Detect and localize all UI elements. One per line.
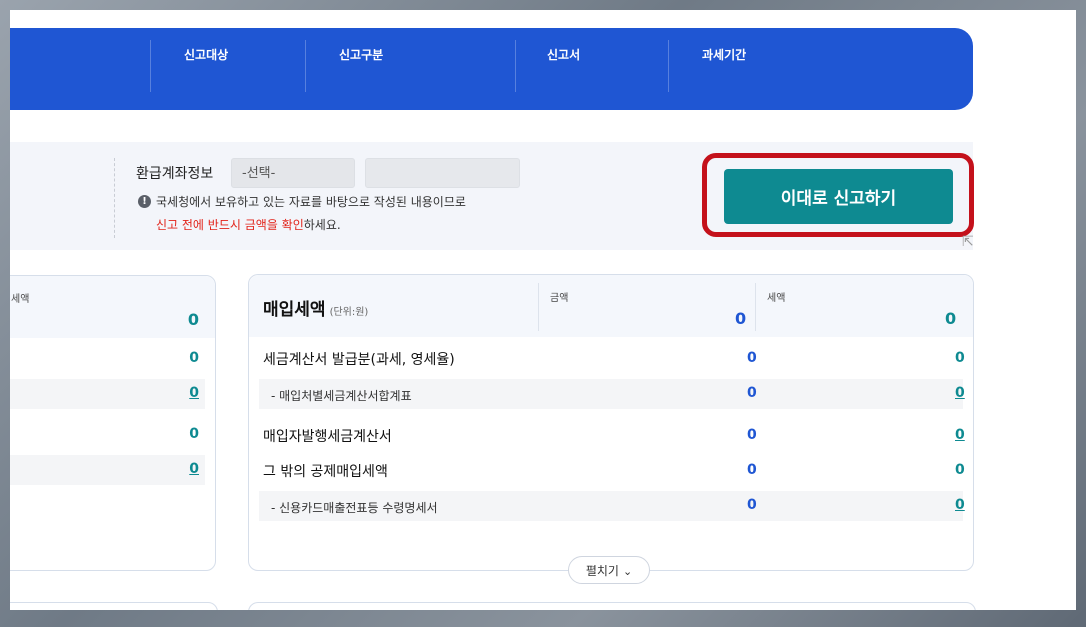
refund-account-number-input[interactable] bbox=[365, 158, 520, 188]
row-tax-link[interactable]: 0 bbox=[955, 385, 965, 401]
table-row: 0 bbox=[10, 344, 205, 374]
purchase-tax-total: 0 bbox=[945, 309, 957, 328]
header-col-type: 신고구분 bbox=[339, 48, 384, 62]
next-panel-stub bbox=[248, 602, 976, 610]
notice-line-1: 국세청에서 보유하고 있는 자료를 바탕으로 작성된 내용이므로 bbox=[156, 195, 466, 209]
notice-suffix: 하세요. bbox=[303, 218, 341, 232]
header-col-period: 과세기간 bbox=[702, 48, 747, 62]
table-row: 0 bbox=[10, 420, 205, 450]
tax-column-label: 세액 bbox=[767, 293, 786, 304]
sales-panel-header: 세액 0 bbox=[10, 276, 215, 338]
row-tax: 0 bbox=[955, 350, 965, 366]
refund-account-select[interactable]: -선택- bbox=[231, 158, 355, 188]
unit-label: (단위:원) bbox=[329, 307, 369, 318]
purchase-tax-panel: 매입세액 (단위:원) 금액 0 세액 0 세금계산서 발급분(과세, 영세율) … bbox=[248, 274, 974, 571]
row-label: - 매입처별세금계산서합계표 bbox=[271, 389, 412, 403]
table-row: 그 밖의 공제매입세액 0 0 bbox=[259, 456, 965, 486]
header-divider bbox=[305, 40, 306, 92]
row-amount: 0 bbox=[747, 427, 757, 443]
sales-row-link[interactable]: 0 bbox=[189, 461, 199, 477]
next-panel-stub bbox=[10, 602, 218, 610]
refund-select-value: -선택- bbox=[242, 166, 276, 181]
column-divider bbox=[755, 283, 756, 331]
table-row: - 매입처별세금계산서합계표 0 0 bbox=[259, 379, 965, 409]
row-label: 그 밖의 공제매입세액 bbox=[263, 464, 388, 480]
row-label: 세금계산서 발급분(과세, 영세율) bbox=[263, 352, 455, 368]
screen: 신고대상 신고구분 신고서 과세기간 환급계좌정보 -선택- ! 국세청에서 보… bbox=[10, 10, 1076, 610]
exclamation-icon: ! bbox=[138, 195, 151, 208]
table-row: 0 bbox=[10, 379, 205, 409]
row-amount: 0 bbox=[747, 497, 757, 513]
purchase-panel-title: 매입세액 (단위:원) bbox=[263, 295, 368, 320]
sales-tax-total: 0 bbox=[187, 310, 199, 329]
row-tax-link[interactable]: 0 bbox=[955, 427, 965, 443]
row-label: - 신용카드매출전표등 수령명세서 bbox=[271, 501, 438, 515]
purchase-panel-header: 매입세액 (단위:원) 금액 0 세액 0 bbox=[249, 275, 973, 337]
expand-label: 펼치기 bbox=[585, 563, 619, 578]
table-row: 매입자발행세금계산서 0 0 bbox=[259, 421, 965, 451]
amount-column-label: 금액 bbox=[550, 293, 569, 304]
purchase-title-text: 매입세액 bbox=[263, 300, 326, 320]
sales-row-value: 0 bbox=[189, 426, 199, 442]
submit-as-is-button[interactable]: 이대로 신고하기 bbox=[724, 169, 953, 224]
table-row: 세금계산서 발급분(과세, 영세율) 0 0 bbox=[259, 344, 965, 374]
purchase-amount-total: 0 bbox=[735, 309, 747, 328]
header-col-form: 신고서 bbox=[547, 48, 581, 62]
header-divider bbox=[668, 40, 669, 92]
mouse-cursor-icon: ⇱ bbox=[962, 234, 974, 250]
table-row: 0 bbox=[10, 455, 205, 485]
sales-row-value: 0 bbox=[189, 350, 199, 366]
sales-tax-panel: 세액 0 0 0 0 0 bbox=[10, 275, 216, 571]
column-divider bbox=[538, 283, 539, 331]
row-label: 매입자발행세금계산서 bbox=[263, 429, 392, 445]
notice-line-2: 신고 전에 반드시 금액을 확인하세요. bbox=[156, 216, 341, 233]
chevron-down-icon: ⌄ bbox=[622, 564, 633, 578]
notice-warning-text: 신고 전에 반드시 금액을 확인 bbox=[156, 218, 304, 232]
sales-tax-label: 세액 bbox=[11, 294, 30, 305]
refund-account-label: 환급계좌정보 bbox=[136, 166, 214, 182]
table-row: - 신용카드매출전표등 수령명세서 0 0 bbox=[259, 491, 965, 521]
header-divider bbox=[150, 40, 151, 92]
header-divider bbox=[515, 40, 516, 92]
header-col-target: 신고대상 bbox=[184, 48, 229, 62]
expand-button[interactable]: 펼치기 ⌄ bbox=[568, 556, 650, 584]
row-amount: 0 bbox=[747, 350, 757, 366]
row-amount: 0 bbox=[747, 462, 757, 478]
header-bar: 신고대상 신고구분 신고서 과세기간 bbox=[10, 28, 973, 110]
row-tax-link[interactable]: 0 bbox=[955, 497, 965, 513]
row-tax: 0 bbox=[955, 462, 965, 478]
dashed-divider bbox=[114, 158, 115, 238]
sales-row-link[interactable]: 0 bbox=[189, 385, 199, 401]
row-amount: 0 bbox=[747, 385, 757, 401]
